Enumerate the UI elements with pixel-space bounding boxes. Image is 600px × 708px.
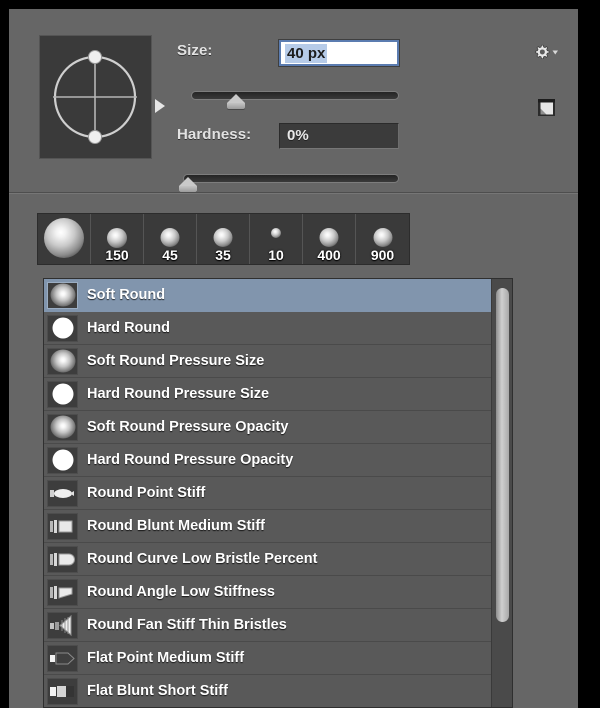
brush-list-item-label: Round Blunt Medium Stiff [87, 518, 265, 534]
brush-list-item[interactable]: Flat Point Medium Stiff [44, 642, 491, 675]
preset-size-label: 900 [370, 247, 395, 263]
brush-thumbnail-icon [47, 281, 78, 309]
size-label: Size: [177, 42, 213, 59]
brush-thumbnail-icon [47, 413, 78, 441]
preset-cell[interactable]: 900 [356, 214, 409, 264]
brush-tip-angle-preview[interactable] [39, 35, 152, 159]
brush-list-scrollbar[interactable] [491, 279, 512, 707]
hardness-slider[interactable] [179, 170, 399, 192]
brush-thumbnail-icon [47, 578, 78, 606]
hardness-input[interactable]: 0% [279, 123, 399, 149]
brush-preset-strip: 150 45 35 10 400 900 [37, 213, 410, 265]
brush-settings-section: Size: 40 px Hardness: 0% [9, 9, 578, 192]
preset-brush-dot-icon [44, 218, 84, 258]
brush-thumbnail-icon [47, 347, 78, 375]
brush-list-item-label: Flat Blunt Short Stiff [87, 683, 228, 699]
hardness-slider-track[interactable] [183, 174, 399, 183]
brush-list-item-label: Soft Round [87, 287, 166, 303]
brush-thumbnail-icon [47, 611, 78, 639]
brush-list-item[interactable]: Soft Round Pressure Opacity [44, 411, 491, 444]
preset-brush-dot-icon [107, 228, 127, 248]
size-input-value: 40 px [285, 44, 328, 63]
preset-brush-dot-icon [160, 228, 180, 247]
preset-brush-dot-icon [373, 228, 392, 247]
new-preset-icon[interactable] [536, 97, 558, 119]
preset-size-label: 45 [162, 247, 178, 263]
brush-list-item-label: Round Angle Low Stiffness [87, 584, 275, 600]
brush-list-item-label: Round Fan Stiff Thin Bristles [87, 617, 287, 633]
preset-size-label: 35 [215, 247, 231, 263]
brush-list-item[interactable]: Soft Round Pressure Size [44, 345, 491, 378]
brush-list-item[interactable]: Round Point Stiff [44, 477, 491, 510]
preset-cell[interactable]: 45 [144, 214, 197, 264]
section-divider [9, 192, 578, 194]
size-slider-track[interactable] [191, 91, 399, 100]
brush-thumbnail-icon [47, 380, 78, 408]
brush-thumbnail-icon [47, 677, 78, 705]
brush-preset-list[interactable]: Soft Round Hard Round Soft Round Pressure … [43, 278, 513, 708]
hardness-label: Hardness: [177, 126, 252, 143]
brush-list-item[interactable]: Round Fan Stiff Thin Bristles [44, 609, 491, 642]
brush-list-item-label: Hard Round [87, 320, 170, 336]
brush-list-item[interactable]: Hard Round [44, 312, 491, 345]
brush-list-item-label: Hard Round Pressure Opacity [87, 452, 294, 468]
brush-list-item[interactable]: Round Angle Low Stiffness [44, 576, 491, 609]
preset-size-label: 150 [105, 247, 129, 263]
brush-list-item[interactable]: Hard Round Pressure Size [44, 378, 491, 411]
brush-preset-panel: Size: 40 px Hardness: 0% 150 45 35 10 40… [9, 9, 578, 708]
preset-cell[interactable]: 10 [250, 214, 303, 264]
preset-size-label: 400 [317, 247, 341, 263]
brush-list-item[interactable]: Hard Round Pressure Opacity [44, 444, 491, 477]
preset-cell[interactable]: 400 [303, 214, 356, 264]
brush-list-item-label: Round Curve Low Bristle Percent [87, 551, 318, 567]
brush-list-item-label: Hard Round Pressure Size [87, 386, 270, 402]
preset-brush-dot-icon [213, 228, 233, 247]
brush-list-item[interactable]: Round Curve Low Bristle Percent [44, 543, 491, 576]
preset-brush-dot-icon [271, 228, 281, 238]
brush-list-items: Soft Round Hard Round Soft Round Pressure … [44, 279, 491, 707]
preset-brush-dot-icon [319, 228, 339, 247]
hardness-input-value: 0% [287, 127, 309, 144]
brush-angle-marker-icon [155, 99, 165, 113]
brush-thumbnail-icon [47, 314, 78, 342]
preset-cell[interactable] [38, 214, 91, 264]
brush-list-item-label: Flat Point Medium Stiff [87, 650, 245, 666]
window-frame: Size: 40 px Hardness: 0% 150 45 35 10 40… [0, 0, 600, 708]
brush-thumbnail-icon [47, 545, 78, 573]
hardness-slider-thumb[interactable] [179, 177, 197, 192]
brush-thumbnail-icon [47, 479, 78, 507]
brush-list-item-label: Round Point Stiff [87, 485, 206, 501]
size-slider-thumb[interactable] [227, 94, 245, 109]
size-input[interactable]: 40 px [279, 40, 399, 66]
brush-list-item-label: Soft Round Pressure Size [87, 353, 265, 369]
brush-list-item[interactable]: Soft Round [44, 279, 491, 312]
brush-thumbnail-icon [47, 446, 78, 474]
brush-list-item[interactable]: Round Blunt Medium Stiff [44, 510, 491, 543]
preset-cell[interactable]: 35 [197, 214, 250, 264]
scrollbar-thumb[interactable] [496, 288, 509, 622]
brush-list-item-label: Soft Round Pressure Opacity [87, 419, 289, 435]
gear-icon[interactable] [532, 42, 562, 62]
preset-cell[interactable]: 150 [91, 214, 144, 264]
brush-thumbnail-icon [47, 644, 78, 672]
brush-thumbnail-icon [47, 512, 78, 540]
preset-size-label: 10 [268, 247, 284, 263]
brush-list-item[interactable]: Flat Blunt Short Stiff [44, 675, 491, 707]
size-slider[interactable] [191, 87, 399, 109]
